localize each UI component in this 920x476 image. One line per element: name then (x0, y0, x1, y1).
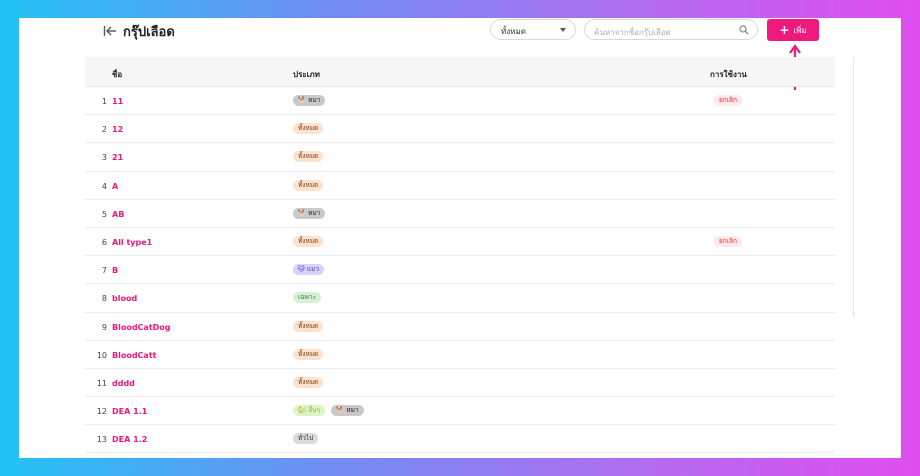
row-name-link[interactable]: dddd (112, 379, 135, 388)
type-tag-all: ทั้งหมด (293, 320, 324, 332)
row-type-tags: ทั้งหมด (293, 235, 324, 247)
table-right-border (853, 57, 854, 317)
row-index: 7 (101, 266, 107, 276)
blood-group-table: ชื่อ ประเภท การใช้งาน 1 11 🐕 หมา ยกเลิก 2 12 ท… (85, 57, 835, 454)
row-name-link[interactable]: All type1 (112, 238, 152, 247)
table-row[interactable]: 5 AB 🐕 หมา (85, 200, 835, 228)
row-index: 2 (101, 125, 107, 135)
type-tag-dog: 🐕 หมา (331, 405, 364, 417)
table-body: 1 11 🐕 หมา ยกเลิก 2 12 ทั้งหมด 3 21 ทั้งหมด 4 A ทั้ง… (85, 87, 835, 454)
row-type-tags: 🐕 หมา (293, 95, 326, 106)
table-row[interactable]: 3 21 ทั้งหมด (85, 143, 835, 172)
row-name-link[interactable]: A (112, 182, 118, 191)
row-type-tags: ทั้งหมด (293, 376, 324, 388)
row-name-link[interactable]: 21 (112, 153, 123, 162)
row-name-link[interactable]: DEA 1.1 (112, 407, 147, 416)
type-tag-gen: ทั่วไป (293, 433, 319, 445)
row-type-tags: 🐕 หมา (293, 207, 326, 219)
table-row[interactable]: 2 12 ทั้งหมด (85, 115, 835, 144)
row-index: 8 (101, 294, 107, 304)
status-badge: ยกเลิก (714, 95, 742, 106)
status-badge: ยกเลิก (714, 235, 742, 247)
table-row[interactable]: 13 DEA 1.2 ทั่วไป (85, 425, 835, 454)
row-name-link[interactable]: AB (112, 210, 124, 219)
table-row[interactable]: 10 BloodCatt ทั้งหมด (85, 341, 835, 369)
column-header-type: ประเภท (293, 70, 320, 79)
type-tag-all: ทั้งหมด (293, 151, 324, 163)
row-name-link[interactable]: blood (112, 294, 137, 303)
type-tag-dog: 🐕 หมา (293, 95, 326, 106)
row-index: 3 (101, 153, 107, 163)
row-name-link[interactable]: DEA 1.2 (112, 435, 147, 444)
search-box[interactable] (584, 19, 758, 42)
table-row[interactable]: 8 blood เฉพาะ (85, 284, 835, 313)
row-name-link[interactable]: 11 (112, 97, 123, 106)
row-name-link[interactable]: BloodCatDog (112, 323, 171, 332)
row-index: 4 (101, 181, 107, 191)
type-tag-all: ทั้งหมด (293, 235, 324, 247)
row-index: 13 (96, 435, 107, 445)
table-row[interactable]: 12 DEA 1.1 🐿 อื่นๆ 🐕 หมา (85, 397, 835, 426)
table-row[interactable]: 1 11 🐕 หมา ยกเลิก (85, 87, 835, 116)
type-tag-other: 🐿 อื่นๆ (293, 405, 326, 417)
type-tag-all: ทั้งหมด (293, 179, 324, 191)
row-index: 9 (101, 322, 107, 332)
table-row[interactable]: 6 All type1 ทั้งหมด ยกเลิก (85, 228, 835, 257)
page-title: กรุ๊ปเลือด (123, 25, 175, 40)
search-input[interactable] (585, 23, 725, 42)
row-usage: ยกเลิก (714, 235, 742, 247)
row-type-tags: ทั่วไป (293, 433, 319, 445)
add-button-label: เพิ่ม (793, 25, 807, 35)
row-type-tags: ทั้งหมด (293, 348, 324, 360)
table-row[interactable]: 4 A ทั้งหมด (85, 172, 835, 200)
row-type-tags: เฉพาะ (293, 292, 322, 304)
table-row[interactable]: 9 BloodCatDog ทั้งหมด (85, 313, 835, 341)
type-tag-all: ทั้งหมด (293, 376, 324, 388)
type-tag-all: ทั้งหมด (293, 348, 324, 360)
row-index: 1 (101, 97, 107, 106)
table-row[interactable]: 11 dddd ทั้งหมด (85, 369, 835, 398)
type-tag-cat: 🐱 แมว (293, 264, 324, 276)
type-filter-select[interactable]: ทั้งหมด (490, 19, 576, 40)
row-type-tags: ทั้งหมด (293, 179, 324, 191)
column-header-name: ชื่อ (112, 70, 123, 79)
row-type-tags: 🐱 แมว (293, 264, 324, 276)
row-index: 11 (96, 378, 107, 388)
row-index: 10 (96, 350, 107, 360)
main-panel: กรุ๊ปเลือด ทั้งหมด + เพิ่ม ชื่อ ประเภท ก… (19, 18, 901, 458)
row-type-tags: 🐿 อื่นๆ 🐕 หมา (293, 405, 364, 417)
row-name-link[interactable]: B (112, 266, 118, 275)
type-tag-dog: 🐕 หมา (293, 207, 326, 219)
table-header: ชื่อ ประเภท การใช้งาน (85, 57, 835, 87)
row-usage: ยกเลิก (714, 95, 742, 106)
column-header-usage: การใช้งาน (710, 70, 747, 79)
row-index: 5 (101, 209, 107, 219)
chevron-down-icon (560, 28, 566, 32)
row-name-link[interactable]: BloodCatt (112, 351, 156, 360)
plus-icon: + (779, 23, 790, 37)
row-type-tags: ทั้งหมด (293, 151, 324, 163)
search-icon (739, 25, 749, 35)
row-index: 6 (101, 237, 107, 247)
type-tag-spec: เฉพาะ (293, 292, 322, 304)
row-index: 12 (96, 407, 107, 417)
type-tag-all: ทั้งหมด (293, 123, 324, 135)
type-filter-value: ทั้งหมด (501, 27, 526, 36)
add-button[interactable]: + เพิ่ม (767, 19, 819, 41)
row-type-tags: ทั้งหมด (293, 320, 324, 332)
page-header: กรุ๊ปเลือด ทั้งหมด + เพิ่ม (19, 18, 901, 58)
row-name-link[interactable]: 12 (112, 125, 123, 134)
table-row[interactable]: 7 B 🐱 แมว (85, 256, 835, 285)
collapse-left-icon[interactable] (103, 24, 117, 38)
row-type-tags: ทั้งหมด (293, 123, 324, 135)
